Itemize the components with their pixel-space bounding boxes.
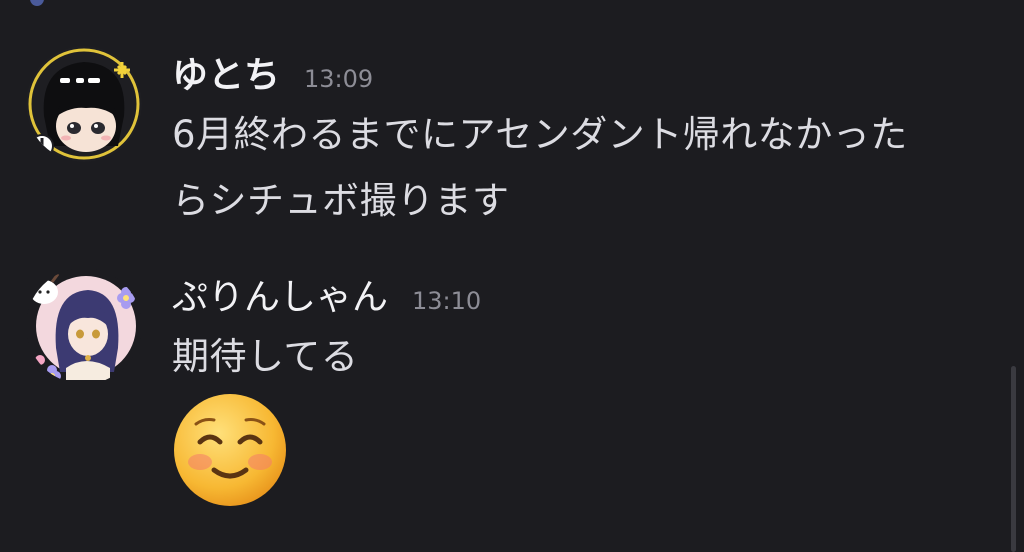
user-avatar[interactable] <box>26 46 142 162</box>
username[interactable]: ゆとち <box>172 46 280 98</box>
message-header: ぷりんしゃん 13:10 <box>172 268 481 318</box>
timestamp: 13:10 <box>412 287 482 315</box>
user-avatar[interactable] <box>26 268 142 384</box>
message-text-line: らシチュボ撮ります <box>172 179 510 222</box>
previous-message-indicator <box>30 0 44 6</box>
anime-girl-purple-avatar-icon <box>26 268 142 384</box>
message-text-line: 期待してる <box>172 335 359 378</box>
smiling-face-emoji-icon <box>170 390 290 510</box>
username[interactable]: ぷりんしゃん <box>172 268 388 320</box>
scrollbar[interactable] <box>1011 366 1016 552</box>
chat-view: ゆとち 13:09 6月終わるまでにアセンダント帰れなかった らシチュボ撮ります <box>0 0 1024 552</box>
timestamp: 13:09 <box>304 65 374 93</box>
anime-girl-avatar-icon <box>26 46 142 162</box>
message-text-line: 6月終わるまでにアセンダント帰れなかった <box>172 113 908 156</box>
message-header: ゆとち 13:09 <box>172 46 373 96</box>
